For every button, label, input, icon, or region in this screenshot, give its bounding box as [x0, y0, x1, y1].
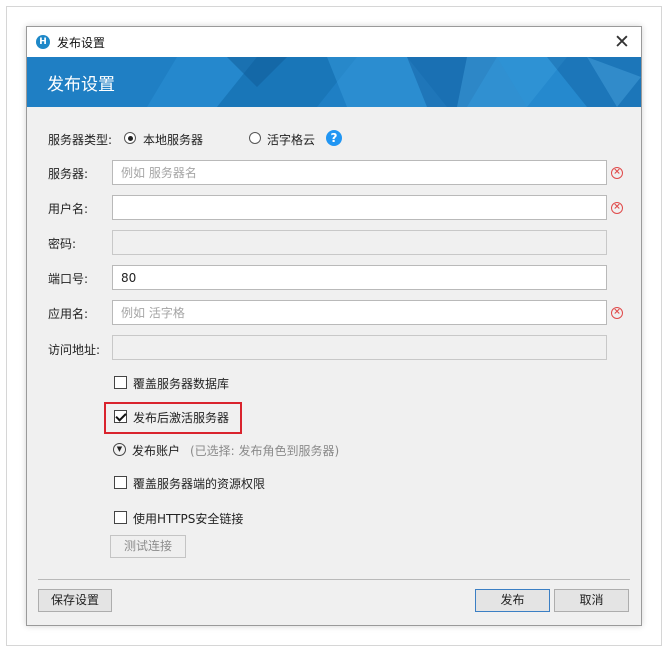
server-type-label: 服务器类型: — [48, 133, 113, 147]
address-input — [112, 335, 607, 360]
test-connection-button[interactable]: 测试连接 — [110, 535, 186, 558]
appname-label: 应用名: — [48, 307, 89, 321]
radio-cloud-server[interactable] — [249, 132, 261, 144]
publish-account-hint: (已选择: 发布角色到服务器) — [190, 444, 340, 458]
use-https-label[interactable]: 使用HTTPS安全链接 — [133, 510, 243, 527]
radio-local-server[interactable] — [124, 132, 136, 144]
username-input[interactable] — [112, 195, 607, 220]
appname-input[interactable] — [112, 300, 607, 325]
address-label: 访问地址: — [48, 343, 101, 357]
close-icon[interactable]: ✕ — [609, 29, 635, 55]
publish-account-label[interactable]: 发布账户 — [132, 442, 180, 459]
overwrite-permissions-label[interactable]: 覆盖服务器端的资源权限 — [133, 475, 265, 492]
title-bar: H 发布设置 ✕ — [27, 27, 641, 57]
appname-error-icon: × — [611, 307, 623, 319]
radio-cloud-server-label[interactable]: 活字格云 — [267, 131, 315, 148]
username-label: 用户名: — [48, 202, 89, 216]
header-banner: 发布设置 — [27, 57, 641, 107]
cancel-button[interactable]: 取消 — [554, 589, 629, 612]
overwrite-db-checkbox[interactable] — [114, 376, 127, 389]
server-error-icon: × — [611, 167, 623, 179]
publish-settings-dialog: H 发布设置 ✕ 发布设置 服务器类型: 本地服务器 活字格云 ? 服务器: ×… — [26, 26, 642, 626]
server-input[interactable] — [112, 160, 607, 185]
radio-local-server-label[interactable]: 本地服务器 — [143, 131, 203, 148]
chevron-down-icon[interactable]: ▼ — [113, 443, 126, 456]
port-input[interactable] — [112, 265, 607, 290]
banner-title: 发布设置 — [47, 75, 115, 95]
publish-button[interactable]: 发布 — [475, 589, 550, 612]
app-logo-icon: H — [36, 35, 50, 49]
use-https-checkbox[interactable] — [114, 511, 127, 524]
activate-after-publish-checkbox[interactable] — [114, 410, 127, 423]
save-settings-button[interactable]: 保存设置 — [38, 589, 112, 612]
activate-after-publish-label[interactable]: 发布后激活服务器 — [133, 409, 229, 426]
username-error-icon: × — [611, 202, 623, 214]
overwrite-permissions-checkbox[interactable] — [114, 476, 127, 489]
server-label: 服务器: — [48, 167, 89, 181]
window-title: 发布设置 — [57, 36, 106, 50]
footer-divider — [38, 579, 630, 580]
port-label: 端口号: — [48, 272, 89, 286]
help-icon[interactable]: ? — [326, 130, 342, 146]
password-input — [112, 230, 607, 255]
overwrite-db-label[interactable]: 覆盖服务器数据库 — [133, 375, 229, 392]
password-label: 密码: — [48, 237, 77, 251]
banner-pattern — [147, 57, 641, 107]
